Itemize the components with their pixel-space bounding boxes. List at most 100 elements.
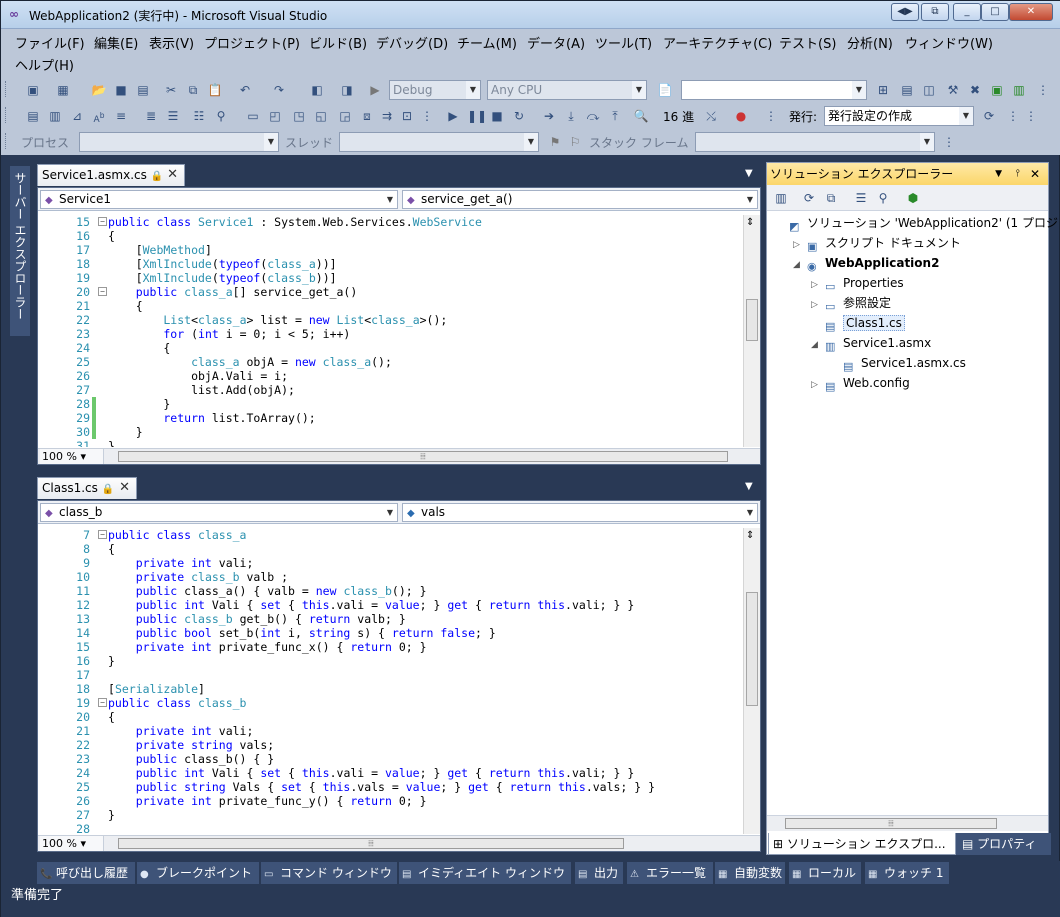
menu-item-13[interactable]: ヘルプ(H) xyxy=(15,55,74,74)
step-out-icon[interactable]: ⤒ xyxy=(607,108,623,124)
tool-tab-2[interactable]: ▭ コマンド ウィンドウ xyxy=(261,862,397,884)
clear-bookmarks-icon[interactable]: ⧈ xyxy=(359,108,375,124)
code-line[interactable]: [WebMethod] xyxy=(108,243,212,257)
code-line[interactable]: list.Add(objA); xyxy=(108,383,295,397)
toolbox-icon[interactable]: ⚒ xyxy=(945,82,961,98)
tab-solution-explorer[interactable]: ⊞ ソリューション エクスプロ... xyxy=(768,833,956,855)
code-line[interactable]: } xyxy=(108,397,170,411)
find-in-files-icon[interactable]: 📄 xyxy=(657,82,673,98)
publish-web-icon[interactable]: ⟳ xyxy=(981,108,997,124)
properties-icon[interactable]: ▤ xyxy=(899,82,915,98)
code-line[interactable]: public class_b() { } xyxy=(108,752,275,766)
type-combo[interactable]: ◆ class_b ▼ xyxy=(40,503,398,522)
tree-node[interactable]: ▷ ▤ Web.config xyxy=(811,373,910,393)
prev-bookmark-folder-icon[interactable]: ◱ xyxy=(313,108,329,124)
toolbar-grip[interactable] xyxy=(5,81,8,97)
menu-item-3[interactable]: プロジェクト(P) xyxy=(204,33,300,52)
process-combo[interactable]: ▼ xyxy=(79,132,279,152)
uncomment-icon[interactable]: ☷ xyxy=(191,108,207,124)
toolbar-overflow-icon[interactable]: ⋮ xyxy=(419,108,435,124)
indent-icon[interactable]: ≣ xyxy=(143,108,159,124)
menu-item-11[interactable]: 分析(N) xyxy=(847,33,893,52)
tool-tab-0[interactable]: 📞 呼び出し履歴 xyxy=(37,862,135,884)
class-diagram-icon[interactable]: ⬢ xyxy=(905,190,921,206)
tools-icon[interactable]: ✖ xyxy=(967,82,983,98)
refresh-icon[interactable]: ⟳ xyxy=(801,190,817,206)
add-project-icon[interactable]: ▦ xyxy=(55,82,71,98)
collapse-toggle-icon[interactable]: − xyxy=(98,287,107,296)
solution-config-combo[interactable]: Debug ▼ xyxy=(389,80,481,100)
scroll-thumb[interactable]: ⦙⦙⦙ xyxy=(118,838,624,849)
tool-tab-3[interactable]: ▤ イミディエイト ウィンドウ xyxy=(399,862,571,884)
list-members-icon[interactable]: ▤ xyxy=(25,108,41,124)
save-icon[interactable]: ■ xyxy=(113,82,129,98)
tool-tab-4[interactable]: ▤ 出力 xyxy=(575,862,623,884)
tree-node[interactable]: ▷ ▭ Properties xyxy=(811,273,904,293)
tree-node[interactable]: ◢ ▥ Service1.asmx xyxy=(811,333,931,353)
parameter-info-icon[interactable]: ▥ xyxy=(47,108,63,124)
maximize-button[interactable]: □ xyxy=(981,3,1009,21)
tree-node[interactable]: ▤ Class1.cs xyxy=(811,313,905,333)
expand-toggle-icon[interactable]: ▷ xyxy=(811,275,825,295)
menu-item-5[interactable]: デバッグ(D) xyxy=(376,33,448,52)
toolbar-overflow-icon[interactable]: ⋮ xyxy=(941,134,957,150)
menu-item-8[interactable]: ツール(T) xyxy=(595,33,652,52)
collapse-toggle-icon[interactable]: − xyxy=(98,217,107,226)
extension-icon[interactable]: ▣ xyxy=(989,82,1005,98)
cut-icon[interactable]: ✂ xyxy=(163,82,179,98)
tool-tab-6[interactable]: ▦ 自動変数 xyxy=(715,862,785,884)
prev-bookmark-icon[interactable]: ◰ xyxy=(267,108,283,124)
code-line[interactable]: private int private_func_x() { return 0;… xyxy=(108,640,427,654)
tool-tab-5[interactable]: ⚠ エラー一覧 xyxy=(627,862,713,884)
quick-info-icon[interactable]: ⊿ xyxy=(69,108,85,124)
type-combo[interactable]: ◆ Service1 ▼ xyxy=(40,190,398,209)
horizontal-scrollbar[interactable]: 100 % ▾ ⦙⦙⦙ xyxy=(38,835,760,851)
tree-node[interactable]: ▷ ▭ 参照設定 xyxy=(811,293,891,313)
bookmark-icon[interactable]: ⚲ xyxy=(213,108,229,124)
code-line[interactable]: { xyxy=(108,710,115,724)
toolbar-grip[interactable] xyxy=(5,107,8,123)
split-icon[interactable]: ⇕ xyxy=(746,217,754,228)
code-line[interactable]: private class_b valb ; xyxy=(108,570,288,584)
vertical-scrollbar[interactable]: ⇕ xyxy=(743,215,760,447)
expand-toggle-icon[interactable]: ▷ xyxy=(793,235,807,255)
code-line[interactable]: { xyxy=(108,542,115,556)
horizontal-scrollbar[interactable]: 100 % ▾ ⦙⦙⦙ xyxy=(38,448,760,464)
stop-debugging-icon[interactable]: ■ xyxy=(489,108,505,124)
code-line[interactable]: public class_b get_b() { return valb; } xyxy=(108,612,406,626)
toggle-thread-flag-icon[interactable]: ⚑ xyxy=(547,134,563,150)
menu-item-2[interactable]: 表示(V) xyxy=(149,33,194,52)
toolbar-overflow-icon[interactable]: ⋮ xyxy=(1005,108,1021,124)
toolbar-grip[interactable] xyxy=(5,133,8,149)
expand-toggle-icon[interactable]: ◢ xyxy=(811,335,825,355)
open-file-icon[interactable]: 📂 xyxy=(91,82,107,98)
show-flagged-threads-icon[interactable]: ⚐ xyxy=(567,134,583,150)
platform-combo[interactable]: Any CPU ▼ xyxy=(487,80,647,100)
code-area[interactable]: 15− public class Service1 : System.Web.Se… xyxy=(38,215,742,447)
copy-icon[interactable]: ⧉ xyxy=(185,82,201,98)
object-browser-icon[interactable]: ◫ xyxy=(921,82,937,98)
code-line[interactable]: public int Vali { set { this.vali = valu… xyxy=(108,598,635,612)
code-area[interactable]: 7− public class class_a 8{9 private int va… xyxy=(38,528,742,834)
pin-icon[interactable]: ⫯ xyxy=(1016,163,1020,185)
view-designer-icon[interactable]: ⚲ xyxy=(875,190,891,206)
expand-toggle-icon[interactable]: ▷ xyxy=(811,295,825,315)
tool-tab-8[interactable]: ▦ ウォッチ 1 xyxy=(865,862,949,884)
code-line[interactable]: [Serializable] xyxy=(108,682,205,696)
close-panel-icon[interactable]: ✕ xyxy=(1030,163,1040,185)
code-line[interactable]: for (int i = 0; i < 5; i++) xyxy=(108,327,350,341)
save-all-icon[interactable]: ▤ xyxy=(135,82,151,98)
tab-service1-asmx-cs[interactable]: Service1.asmx.cs 🔒 ✕ xyxy=(37,164,185,186)
solution-explorer-icon[interactable]: ⊞ xyxy=(875,82,891,98)
view-code-icon[interactable]: ☰ xyxy=(853,190,869,206)
code-line[interactable]: } xyxy=(108,808,115,822)
server-explorer-tab[interactable]: サーバー エクスプローラー xyxy=(10,166,30,336)
code-line[interactable]: private int vali; xyxy=(108,724,254,738)
tool-tab-7[interactable]: ▦ ローカル xyxy=(789,862,861,884)
complete-word-icon[interactable]: Ab xyxy=(91,108,107,125)
find-combo[interactable]: ▼ xyxy=(681,80,867,100)
zoom-combo[interactable]: 100 % ▾ xyxy=(40,449,104,464)
toolbar-overflow-icon[interactable]: ⋮ xyxy=(763,108,779,124)
comment-icon[interactable]: ☰ xyxy=(165,108,181,124)
start-debug-icon[interactable]: ▶ xyxy=(367,82,383,98)
